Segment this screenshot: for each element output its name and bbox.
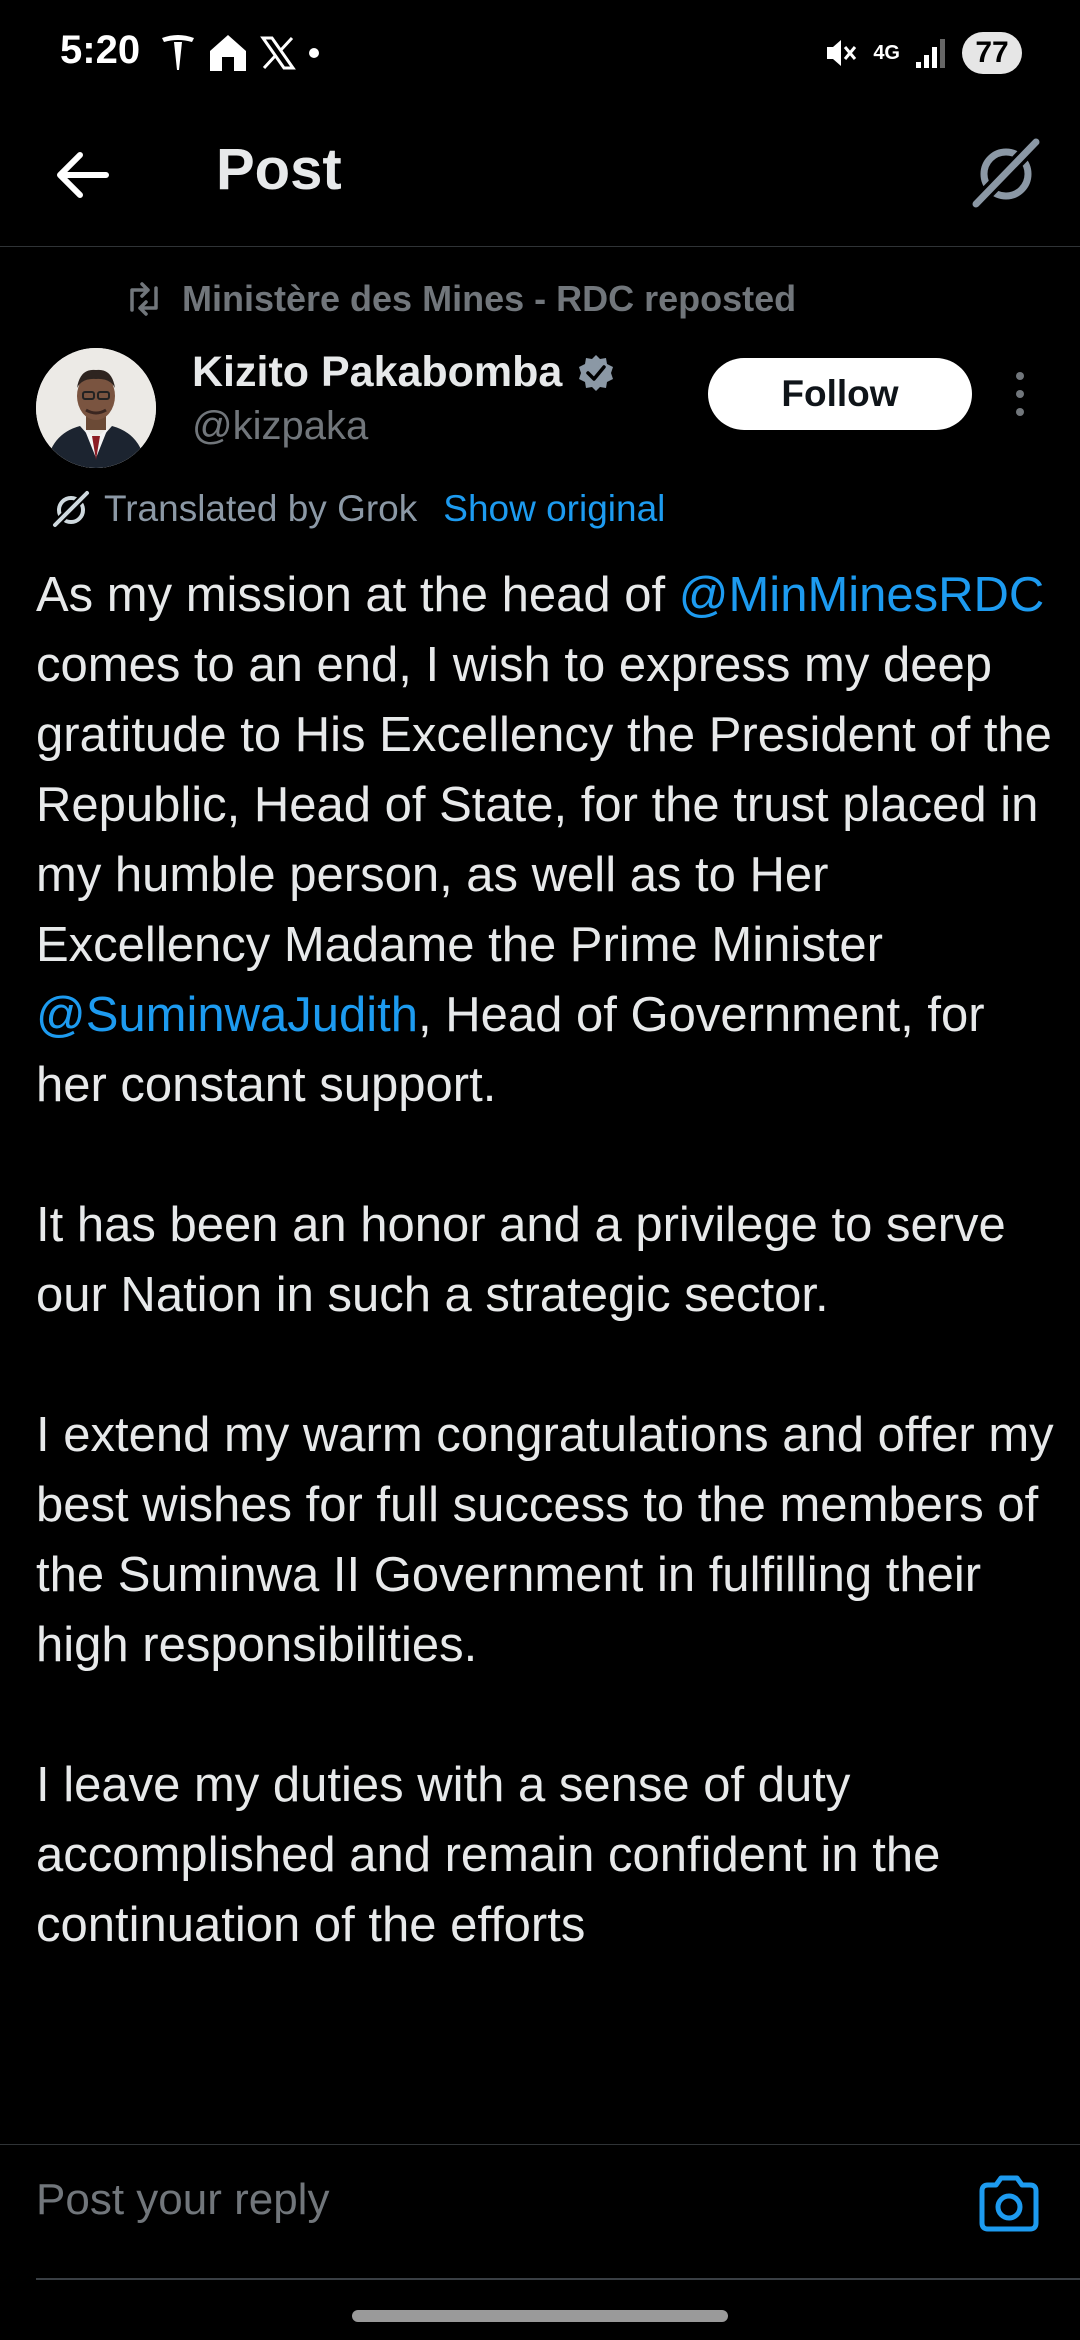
battery-indicator: 77	[962, 32, 1022, 74]
post-paragraph-2: It has been an honor and a privilege to …	[36, 1198, 1006, 1322]
post-text-segment: As my mission at the head of	[36, 568, 679, 622]
home-icon	[210, 35, 246, 71]
post-paragraph-1: As my mission at the head of @MinMinesRD…	[36, 560, 1056, 1120]
repost-text: Ministère des Mines - RDC reposted	[182, 278, 797, 319]
page-title: Post	[216, 137, 342, 202]
author-name-text: Kizito Pakabomba	[192, 348, 563, 396]
network-type: 4G	[873, 41, 900, 64]
reply-input[interactable]: Post your reply	[36, 2175, 936, 2235]
back-arrow-icon[interactable]	[50, 140, 120, 210]
post-text: As my mission at the head of @MinMinesRD…	[36, 560, 1056, 2140]
mention-link[interactable]: @MinMinesRDC	[679, 568, 1045, 622]
avatar[interactable]	[36, 348, 156, 468]
dot-icon	[309, 48, 319, 58]
more-vertical-icon[interactable]	[1006, 368, 1034, 420]
notification-icons	[160, 28, 322, 78]
tesla-icon	[162, 35, 194, 70]
post-paragraph-4: I leave my duties with a sense of duty a…	[36, 1758, 941, 1952]
post-screen: 5:20 4G 77 Post Ministère des Mines - RD…	[0, 0, 1080, 2340]
post-text-segment: comes to an end, I wish to express my de…	[36, 638, 1052, 972]
follow-button[interactable]: Follow	[708, 358, 972, 430]
status-time: 5:20	[60, 28, 141, 72]
post-paragraph-3: I extend my warm congratulations and off…	[36, 1408, 1054, 1672]
author-handle[interactable]: @kizpaka	[192, 404, 368, 449]
camera-icon[interactable]	[974, 2169, 1044, 2239]
repost-icon	[130, 282, 158, 316]
signal-icon	[916, 39, 945, 68]
author-name[interactable]: Kizito Pakabomba	[192, 348, 616, 397]
status-bar: 5:20 4G 77	[0, 0, 1080, 110]
avatar-image	[36, 348, 156, 468]
system-icons: 4G 77	[823, 28, 1022, 78]
verified-badge-icon	[579, 354, 614, 391]
grok-icon[interactable]	[966, 132, 1046, 212]
app-header: Post	[0, 110, 1080, 247]
mute-icon	[827, 40, 857, 66]
show-original-link[interactable]: Show original	[443, 488, 665, 530]
mention-link[interactable]: @SuminwaJudith	[36, 988, 418, 1042]
x-logo-icon	[260, 36, 296, 70]
reply-bar: Post your reply	[0, 2144, 1080, 2275]
home-indicator[interactable]	[352, 2310, 728, 2322]
repost-indicator[interactable]: Ministère des Mines - RDC reposted	[124, 276, 796, 322]
translated-by-label: Translated by Grok	[104, 488, 418, 529]
reply-divider	[36, 2278, 1080, 2280]
translation-row: Translated by Grok Show original	[50, 484, 665, 534]
grok-icon	[51, 489, 91, 529]
